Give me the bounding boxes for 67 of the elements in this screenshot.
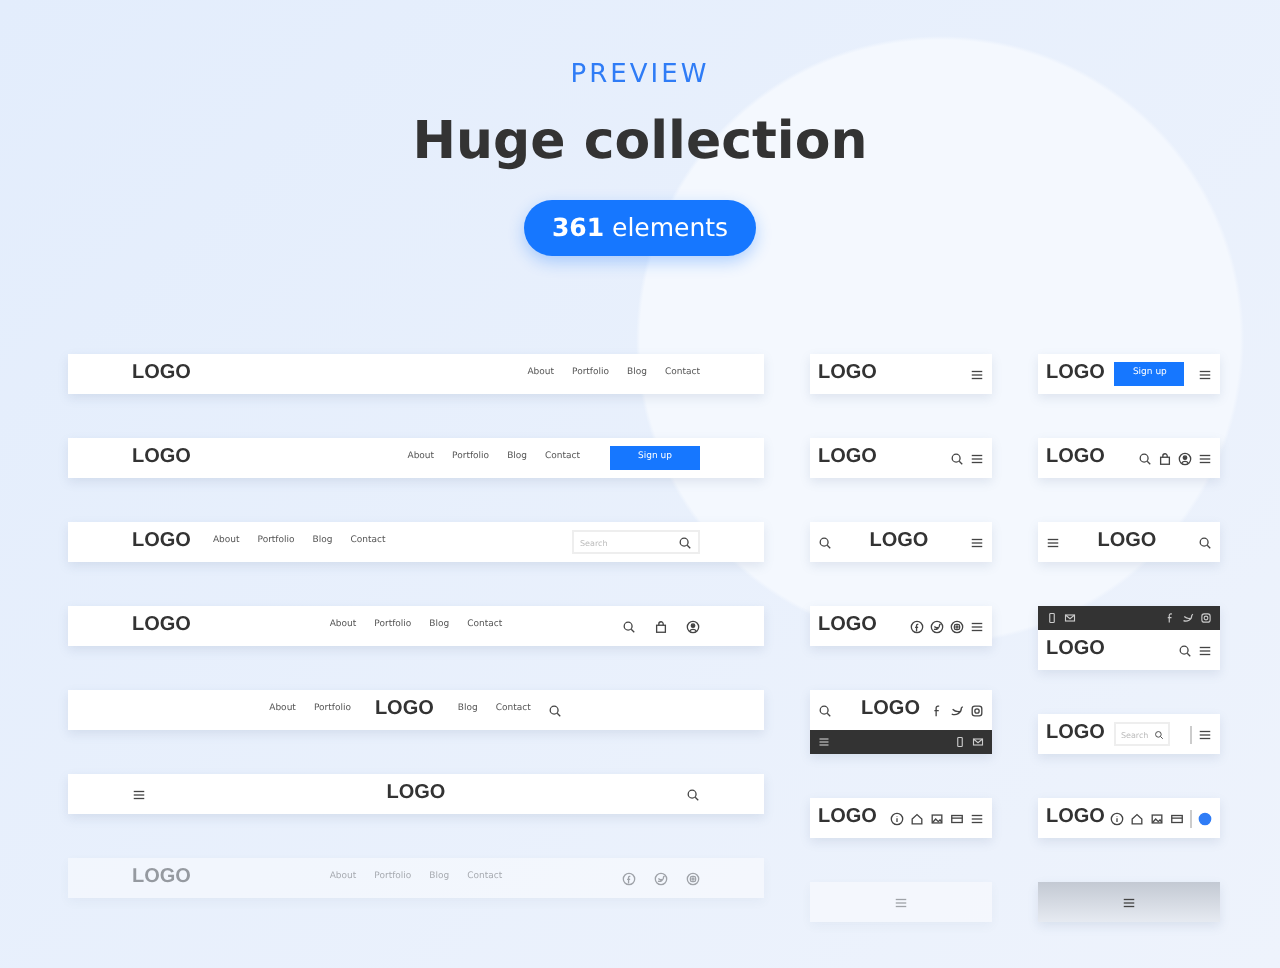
logo-text: LOGO xyxy=(861,698,920,722)
card-icon[interactable] xyxy=(950,811,964,825)
logo-text: LOGO xyxy=(132,530,191,554)
logo-text: LOGO xyxy=(132,362,191,386)
facebook-icon[interactable] xyxy=(930,703,944,717)
search-icon[interactable] xyxy=(1154,729,1165,739)
mail-icon[interactable] xyxy=(972,736,984,748)
search-icon[interactable] xyxy=(1178,643,1192,657)
logo-text: LOGO xyxy=(374,698,434,722)
menu-icon[interactable] xyxy=(132,787,146,801)
search-icon[interactable] xyxy=(1138,451,1152,465)
menu-icon[interactable] xyxy=(1046,535,1060,549)
menu-icon[interactable] xyxy=(1198,643,1212,657)
search-icon[interactable] xyxy=(548,703,563,717)
logo-text: LOGO xyxy=(818,446,877,470)
menu-icon[interactable] xyxy=(970,367,984,381)
phone-icon[interactable] xyxy=(954,736,966,748)
search-icon[interactable] xyxy=(678,535,692,549)
menu-icon[interactable] xyxy=(1198,451,1212,465)
bag-icon[interactable] xyxy=(654,619,668,633)
card-icon[interactable] xyxy=(1170,811,1184,825)
logo-text: LOGO xyxy=(1046,446,1105,470)
search-icon[interactable] xyxy=(686,787,700,801)
user-icon[interactable] xyxy=(686,619,700,633)
info-icon[interactable] xyxy=(1110,811,1124,825)
logo-text: LOGO xyxy=(1046,638,1105,662)
house-icon[interactable] xyxy=(1130,811,1144,825)
eyebrow-text: PREVIEW xyxy=(570,58,710,94)
menu-icon[interactable] xyxy=(970,451,984,465)
logo-text: LOGO xyxy=(818,806,877,830)
logo-text: LOGO xyxy=(132,866,191,890)
menu-icon[interactable] xyxy=(970,619,984,633)
phone-icon[interactable] xyxy=(1046,612,1058,624)
user-icon[interactable] xyxy=(1178,451,1192,465)
search-icon[interactable] xyxy=(818,535,832,549)
menu-icon[interactable] xyxy=(1198,367,1212,381)
mail-icon[interactable] xyxy=(1064,612,1076,624)
menu-icon[interactable] xyxy=(970,535,984,549)
info-icon[interactable] xyxy=(890,811,904,825)
logo-text: LOGO xyxy=(818,614,877,638)
logo-text: LOGO xyxy=(1046,722,1105,746)
logo-text: LOGO xyxy=(818,362,877,386)
twitter-icon[interactable] xyxy=(950,703,964,717)
logo-text: LOGO xyxy=(386,782,446,806)
instagram-icon[interactable] xyxy=(970,703,984,717)
instagram-icon[interactable] xyxy=(950,619,964,633)
logo-text: LOGO xyxy=(869,530,929,554)
count-badge: 361 elements xyxy=(523,200,757,256)
search-icon[interactable] xyxy=(1198,535,1212,549)
image-icon[interactable] xyxy=(1150,811,1164,825)
logo-text: LOGO xyxy=(1046,806,1105,830)
logo-text: LOGO xyxy=(132,614,191,638)
logo-text: LOGO xyxy=(1046,362,1105,386)
search-icon[interactable] xyxy=(950,451,964,465)
menu-icon[interactable] xyxy=(1122,895,1136,909)
menu-icon[interactable] xyxy=(1198,727,1212,741)
menu-icon[interactable] xyxy=(970,811,984,825)
house-icon[interactable] xyxy=(910,811,924,825)
logo-text: LOGO xyxy=(1097,530,1157,554)
page-title: Huge collection xyxy=(412,110,868,176)
image-icon[interactable] xyxy=(930,811,944,825)
bag-icon[interactable] xyxy=(1158,451,1172,465)
search-icon[interactable] xyxy=(622,619,636,633)
twitter-icon[interactable] xyxy=(930,619,944,633)
logo-text: LOGO xyxy=(132,446,191,470)
facebook-icon[interactable] xyxy=(910,619,924,633)
search-icon[interactable] xyxy=(818,703,832,717)
